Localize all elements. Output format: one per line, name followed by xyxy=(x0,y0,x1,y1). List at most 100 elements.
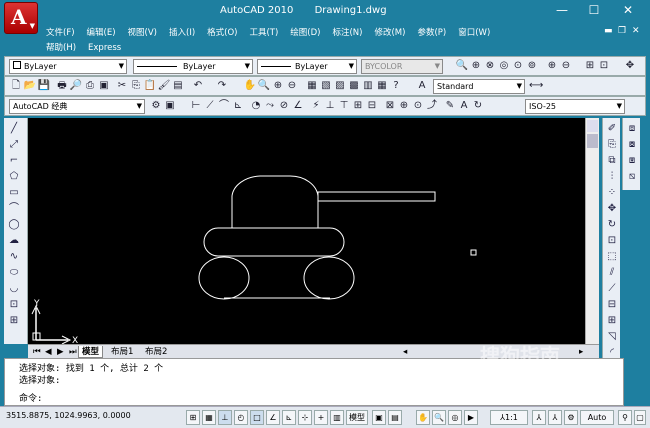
tab-nav-next-icon[interactable]: ▶ xyxy=(54,346,67,358)
publish-icon[interactable]: ⎙ xyxy=(83,79,97,93)
command-prompt[interactable]: 命令: xyxy=(19,391,42,404)
move-icon[interactable]: ✥ xyxy=(605,202,619,216)
ellipse-icon[interactable]: ⬭ xyxy=(7,266,21,280)
quick-dim-icon[interactable]: ⚡ xyxy=(309,99,323,113)
polar-icon[interactable]: ◴ xyxy=(234,410,248,425)
ortho-icon[interactable]: ⊥ xyxy=(218,410,232,425)
angular-dim-icon[interactable]: ∠ xyxy=(291,99,305,113)
offset-icon[interactable]: ⫶ xyxy=(605,170,619,184)
radius-dim-icon[interactable]: ◔ xyxy=(249,99,263,113)
revision-cloud-icon[interactable]: ☁ xyxy=(7,234,21,248)
text-style-select[interactable]: Standard ▼ xyxy=(433,79,525,94)
tab-layout1[interactable]: 布局1 xyxy=(108,346,136,358)
new-file-icon[interactable]: 🗋 xyxy=(9,79,23,93)
polyline-icon[interactable]: ⌐ xyxy=(7,154,21,168)
undo-icon[interactable]: ↶ xyxy=(191,79,205,93)
sheet-set-icon[interactable]: ▩ xyxy=(347,79,361,93)
zoom-realtime-icon[interactable]: 🔍 xyxy=(257,79,271,93)
tab-nav-prev-icon[interactable]: ◀ xyxy=(42,346,55,358)
save-icon[interactable]: 💾 xyxy=(37,79,51,93)
make-block-icon[interactable]: ⊞ xyxy=(7,314,21,328)
pan-realtime-icon[interactable]: ✋ xyxy=(243,79,257,93)
menu-item-row2-0[interactable]: 帮助(H) xyxy=(40,40,82,56)
pan-icon[interactable]: ✥ xyxy=(623,59,637,73)
break-icon[interactable]: ⊟ xyxy=(605,298,619,312)
tolerance-icon[interactable]: ⊠ xyxy=(383,99,397,113)
polygon-icon[interactable]: ⬠ xyxy=(7,170,21,184)
bring-above-icon[interactable]: ⧆ xyxy=(625,154,639,168)
doc-minimize-icon[interactable]: ▬ xyxy=(604,26,613,36)
diameter-dim-icon[interactable]: ⊘ xyxy=(277,99,291,113)
otrack-icon[interactable]: ∠ xyxy=(266,410,280,425)
markup-icon[interactable]: ▥ xyxy=(361,79,375,93)
tab-layout2[interactable]: 布局2 xyxy=(142,346,170,358)
ducs-icon[interactable]: ⊾ xyxy=(282,410,296,425)
match-properties-icon[interactable]: 🖌 xyxy=(157,79,171,93)
workspace-switch-icon[interactable]: ⚙ xyxy=(564,410,578,425)
linear-dim-icon[interactable]: ⊢ xyxy=(189,99,203,113)
lineweight-select[interactable]: ByLayer ▼ xyxy=(257,59,357,74)
ellipse-arc-icon[interactable]: ◡ xyxy=(7,282,21,296)
zoom-window-icon[interactable]: ⊕ xyxy=(469,59,483,73)
zoom-extents-icon[interactable]: ⊡ xyxy=(597,59,611,73)
zoom-out-icon[interactable]: ⊖ xyxy=(559,59,573,73)
quick-properties-icon[interactable]: ▥ xyxy=(330,410,344,425)
lineweight-toggle-icon[interactable]: + xyxy=(314,410,328,425)
save-workspace-icon[interactable]: ▣ xyxy=(163,99,177,113)
annotation-visibility-icon[interactable]: ⅄ xyxy=(532,410,546,425)
vertical-scrollbar[interactable] xyxy=(585,118,599,344)
scroll-thumb[interactable] xyxy=(587,134,598,148)
cut-icon[interactable]: ✂ xyxy=(115,79,129,93)
drawing-canvas[interactable]: Y X xyxy=(28,118,599,346)
menu-item-row1-9[interactable]: 参数(P) xyxy=(411,25,452,41)
scroll-right-icon[interactable]: ▸ xyxy=(576,346,586,358)
copy-icon[interactable]: ⎘ xyxy=(129,79,143,93)
text-style-icon[interactable]: A xyxy=(415,79,429,93)
plot-preview-icon[interactable]: 🔎 xyxy=(69,79,83,93)
continue-dim-icon[interactable]: ⊤ xyxy=(337,99,351,113)
copy-object-icon[interactable]: ⎘ xyxy=(605,138,619,152)
rectangle-icon[interactable]: ▭ xyxy=(7,186,21,200)
zoom-dynamic-icon[interactable]: ⊗ xyxy=(483,59,497,73)
showmotion-icon[interactable]: ▶ xyxy=(464,410,478,425)
dim-space-icon[interactable]: ⊞ xyxy=(351,99,365,113)
line-icon[interactable]: ╱ xyxy=(7,122,21,136)
color-select[interactable]: ByLayer ▼ xyxy=(9,59,127,74)
zoom-previous-icon[interactable]: ⊖ xyxy=(285,79,299,93)
doc-restore-icon[interactable]: ❐ xyxy=(618,26,626,36)
annotation-scale-select[interactable]: ⅄1:1 xyxy=(490,410,528,425)
close-icon[interactable]: ✕ xyxy=(618,3,638,17)
arc-length-icon[interactable]: ⌒ xyxy=(217,99,231,113)
maximize-icon[interactable]: ☐ xyxy=(584,3,604,17)
clean-screen-icon[interactable]: ▢ xyxy=(634,410,646,425)
dyn-icon[interactable]: ⊹ xyxy=(298,410,312,425)
zoom-all-icon[interactable]: ⊞ xyxy=(583,59,597,73)
send-to-back-icon[interactable]: ⧇ xyxy=(625,138,639,152)
menu-item-row1-0[interactable]: 文件(F) xyxy=(40,25,81,41)
auto-scale-icon[interactable]: ⅄ xyxy=(548,410,562,425)
model-button[interactable]: 模型 xyxy=(346,410,368,425)
array-icon[interactable]: ⁘ xyxy=(605,186,619,200)
send-under-icon[interactable]: ⧅ xyxy=(625,170,639,184)
erase-icon[interactable]: ✐ xyxy=(605,122,619,136)
application-menu-button[interactable]: A ▼ xyxy=(4,2,38,34)
properties-icon[interactable]: ▦ xyxy=(305,79,319,93)
tab-model[interactable]: 模型 xyxy=(78,346,104,358)
3d-dwf-icon[interactable]: ▣ xyxy=(97,79,111,93)
inspect-icon[interactable]: ⊙ xyxy=(411,99,425,113)
construction-line-icon[interactable]: ⤢ xyxy=(7,138,21,152)
dim-style-icon[interactable]: ⟷ xyxy=(529,79,543,93)
steeringwheel-icon[interactable]: ◎ xyxy=(448,410,462,425)
layout-icon[interactable]: ▣ xyxy=(372,410,386,425)
grid-icon[interactable]: ▦ xyxy=(202,410,216,425)
center-mark-icon[interactable]: ⊕ xyxy=(397,99,411,113)
tool-palettes-icon[interactable]: ▨ xyxy=(333,79,347,93)
menu-item-row1-10[interactable]: 窗口(W) xyxy=(452,25,496,41)
menu-item-row1-8[interactable]: 修改(M) xyxy=(368,25,411,41)
dim-break-icon[interactable]: ⊟ xyxy=(365,99,379,113)
design-center-icon[interactable]: ▧ xyxy=(319,79,333,93)
zoom-status-icon[interactable]: 🔍 xyxy=(432,410,446,425)
scroll-up-icon[interactable] xyxy=(587,120,598,132)
rotate-icon[interactable]: ↻ xyxy=(605,218,619,232)
scroll-left-icon[interactable]: ◂ xyxy=(400,346,410,358)
